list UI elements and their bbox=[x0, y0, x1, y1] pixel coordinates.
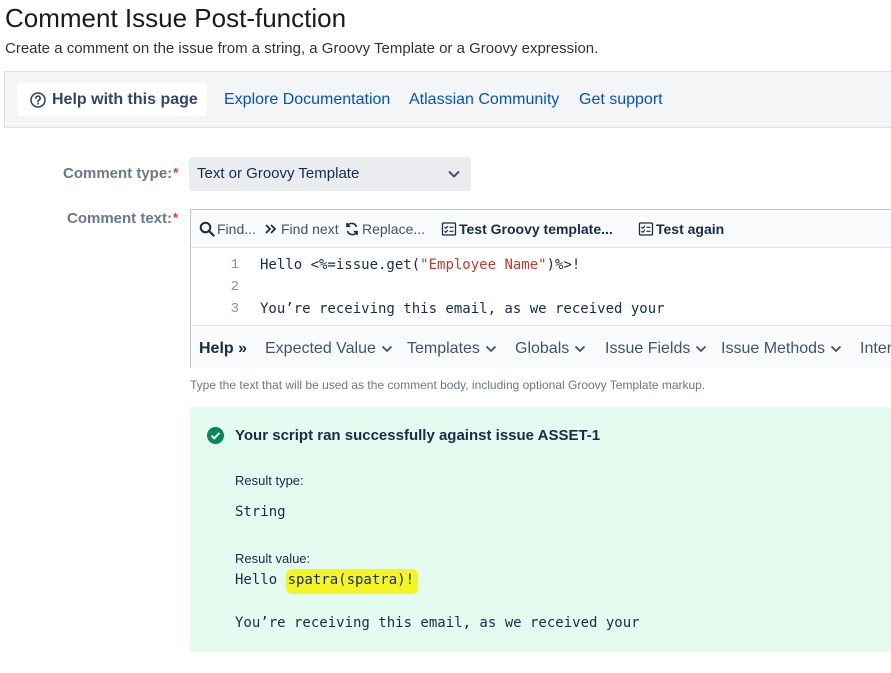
editor-help-strip: Help » Expected Value Templates Globals … bbox=[191, 325, 891, 368]
result-panel: Your script ran successfully against iss… bbox=[190, 407, 891, 652]
double-chevron-right-icon: » bbox=[238, 340, 248, 357]
search-icon bbox=[199, 221, 215, 237]
checklist-icon bbox=[441, 222, 457, 236]
string-literal: "Employee Name" bbox=[420, 257, 547, 273]
result-value-line: Hello spatra(spatra)! bbox=[235, 569, 419, 594]
chevron-down-icon bbox=[830, 345, 842, 353]
inter-menu[interactable]: Inter bbox=[860, 340, 891, 358]
required-marker: * bbox=[173, 210, 179, 225]
result-value-line: You’re receiving this email, as we recei… bbox=[235, 615, 640, 631]
code-area[interactable]: 1 2 3 Hello <%=issue.get("Employee Name"… bbox=[191, 248, 891, 324]
comment-text-label: Comment text:* bbox=[67, 210, 179, 227]
get-support-link[interactable]: Get support bbox=[579, 91, 663, 109]
issue-methods-menu[interactable]: Issue Methods bbox=[721, 340, 842, 358]
templates-menu[interactable]: Templates bbox=[407, 340, 497, 358]
help-with-page-button[interactable]: Help with this page bbox=[17, 83, 207, 116]
page-title: Comment Issue Post-function bbox=[5, 3, 347, 33]
code-line: You’re receiving this email, as we recei… bbox=[260, 301, 665, 317]
highlighted-text: spatra(spatra)! bbox=[285, 569, 419, 594]
chevron-down-icon bbox=[448, 170, 460, 178]
required-marker: * bbox=[173, 165, 179, 180]
explore-documentation-link[interactable]: Explore Documentation bbox=[224, 91, 390, 109]
line-number: 2 bbox=[230, 279, 239, 295]
refresh-icon bbox=[346, 222, 358, 236]
checklist-icon bbox=[638, 222, 654, 236]
find-next-button[interactable]: Find next bbox=[263, 221, 339, 237]
page-subtitle: Create a comment on the issue from a str… bbox=[5, 40, 599, 57]
comment-text-editor: Find... Find next Replace... Test Groovy… bbox=[190, 209, 891, 368]
chevron-down-icon bbox=[485, 345, 497, 353]
issue-fields-menu[interactable]: Issue Fields bbox=[605, 340, 707, 358]
chevron-down-icon bbox=[696, 345, 707, 353]
double-chevron-right-icon bbox=[265, 224, 277, 234]
find-button[interactable]: Find... bbox=[199, 221, 256, 237]
test-again-button[interactable]: Test again bbox=[638, 221, 724, 237]
test-groovy-template-button[interactable]: Test Groovy template... bbox=[441, 221, 613, 237]
result-value-label: Result value: bbox=[235, 551, 311, 566]
code-line: Hello <%=issue.get("Employee Name")%>! bbox=[260, 257, 581, 273]
comment-type-label: Comment type:* bbox=[63, 165, 179, 182]
help-toggle[interactable]: Help » bbox=[199, 340, 247, 358]
result-type-label: Result type: bbox=[235, 473, 304, 488]
comment-type-value: Text or Groovy Template bbox=[197, 165, 360, 182]
chevron-down-icon bbox=[381, 345, 393, 353]
help-button-label: Help with this page bbox=[52, 90, 198, 108]
success-message: Your script ran successfully against iss… bbox=[235, 427, 601, 444]
editor-toolbar: Find... Find next Replace... Test Groovy… bbox=[191, 210, 891, 248]
comment-text-hint: Type the text that will be used as the c… bbox=[190, 378, 706, 392]
question-circle-icon bbox=[30, 91, 46, 108]
globals-menu[interactable]: Globals bbox=[515, 340, 586, 358]
result-type-value: String bbox=[235, 504, 286, 520]
line-gutter: 1 2 3 bbox=[191, 248, 249, 324]
line-number: 3 bbox=[230, 301, 239, 317]
line-number: 1 bbox=[230, 257, 239, 273]
comment-type-select[interactable]: Text or Groovy Template bbox=[189, 157, 471, 191]
chevron-down-icon bbox=[575, 345, 586, 353]
check-circle-icon bbox=[207, 427, 224, 444]
replace-button[interactable]: Replace... bbox=[344, 221, 425, 237]
expected-value-menu[interactable]: Expected Value bbox=[265, 340, 393, 358]
atlassian-community-link[interactable]: Atlassian Community bbox=[409, 91, 559, 109]
help-bar: Help with this page Explore Documentatio… bbox=[4, 71, 891, 128]
